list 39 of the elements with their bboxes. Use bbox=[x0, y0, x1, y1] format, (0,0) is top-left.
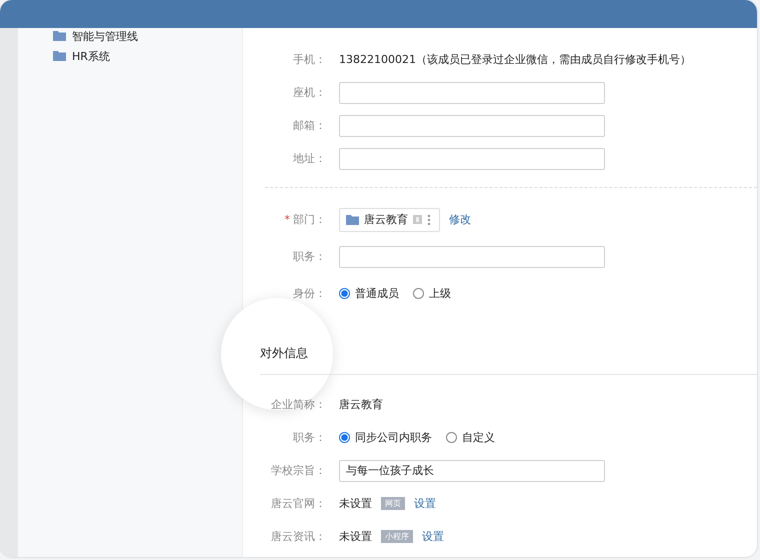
field-label: 手机： bbox=[292, 52, 326, 67]
input-field[interactable] bbox=[339, 148, 605, 170]
input-field[interactable]: 与每一位孩子成长 bbox=[339, 460, 605, 482]
field-value: 13822100021（该成员已登录过企业微信，需由成员自行修改手机号） bbox=[339, 52, 691, 67]
folder-icon bbox=[53, 51, 66, 61]
set-link[interactable]: 设置 bbox=[414, 496, 436, 511]
radio-option[interactable]: 自定义 bbox=[446, 430, 495, 445]
field-label: 邮箱： bbox=[292, 118, 326, 133]
field-label: 座机： bbox=[292, 85, 326, 100]
set-link[interactable]: 设置 bbox=[422, 529, 444, 544]
radio-option[interactable]: 同步公司内职务 bbox=[339, 430, 432, 445]
field-label: 职务： bbox=[292, 249, 326, 264]
field-label: * 部门： bbox=[284, 212, 326, 227]
input-field[interactable] bbox=[339, 82, 605, 104]
sidebar-item[interactable]: HR系统 bbox=[18, 44, 242, 68]
field-label: 唐云官网： bbox=[270, 496, 326, 511]
folder-icon bbox=[53, 31, 66, 41]
input-field[interactable] bbox=[339, 246, 605, 268]
department-chip[interactable]: 唐云教育 bbox=[339, 208, 440, 232]
type-tag: 网页 bbox=[381, 497, 405, 510]
field-label: 学校宗旨： bbox=[270, 463, 326, 478]
field-label: 企业简称： bbox=[270, 397, 326, 412]
section-title: 对外信息 bbox=[260, 344, 308, 362]
radio-option[interactable]: 普通成员 bbox=[339, 286, 399, 301]
radio-option[interactable]: 上级 bbox=[413, 286, 451, 301]
badge-icon bbox=[413, 215, 422, 224]
field-value: 唐云教育 bbox=[339, 397, 383, 412]
type-tag: 小程序 bbox=[381, 530, 413, 543]
input-field[interactable] bbox=[339, 114, 605, 136]
field-label: 唐云资讯： bbox=[270, 529, 326, 544]
field-label: 地址： bbox=[292, 151, 326, 166]
edit-link[interactable]: 修改 bbox=[449, 212, 471, 227]
field-label: 身份： bbox=[292, 286, 326, 301]
field-value: 未设置 bbox=[339, 529, 372, 544]
folder-icon bbox=[346, 214, 359, 224]
field-value: 未设置 bbox=[339, 496, 372, 511]
field-label: 职务： bbox=[292, 430, 326, 445]
sidebar-item[interactable]: 智能与管理线 bbox=[18, 28, 242, 44]
more-icon[interactable] bbox=[427, 214, 431, 226]
